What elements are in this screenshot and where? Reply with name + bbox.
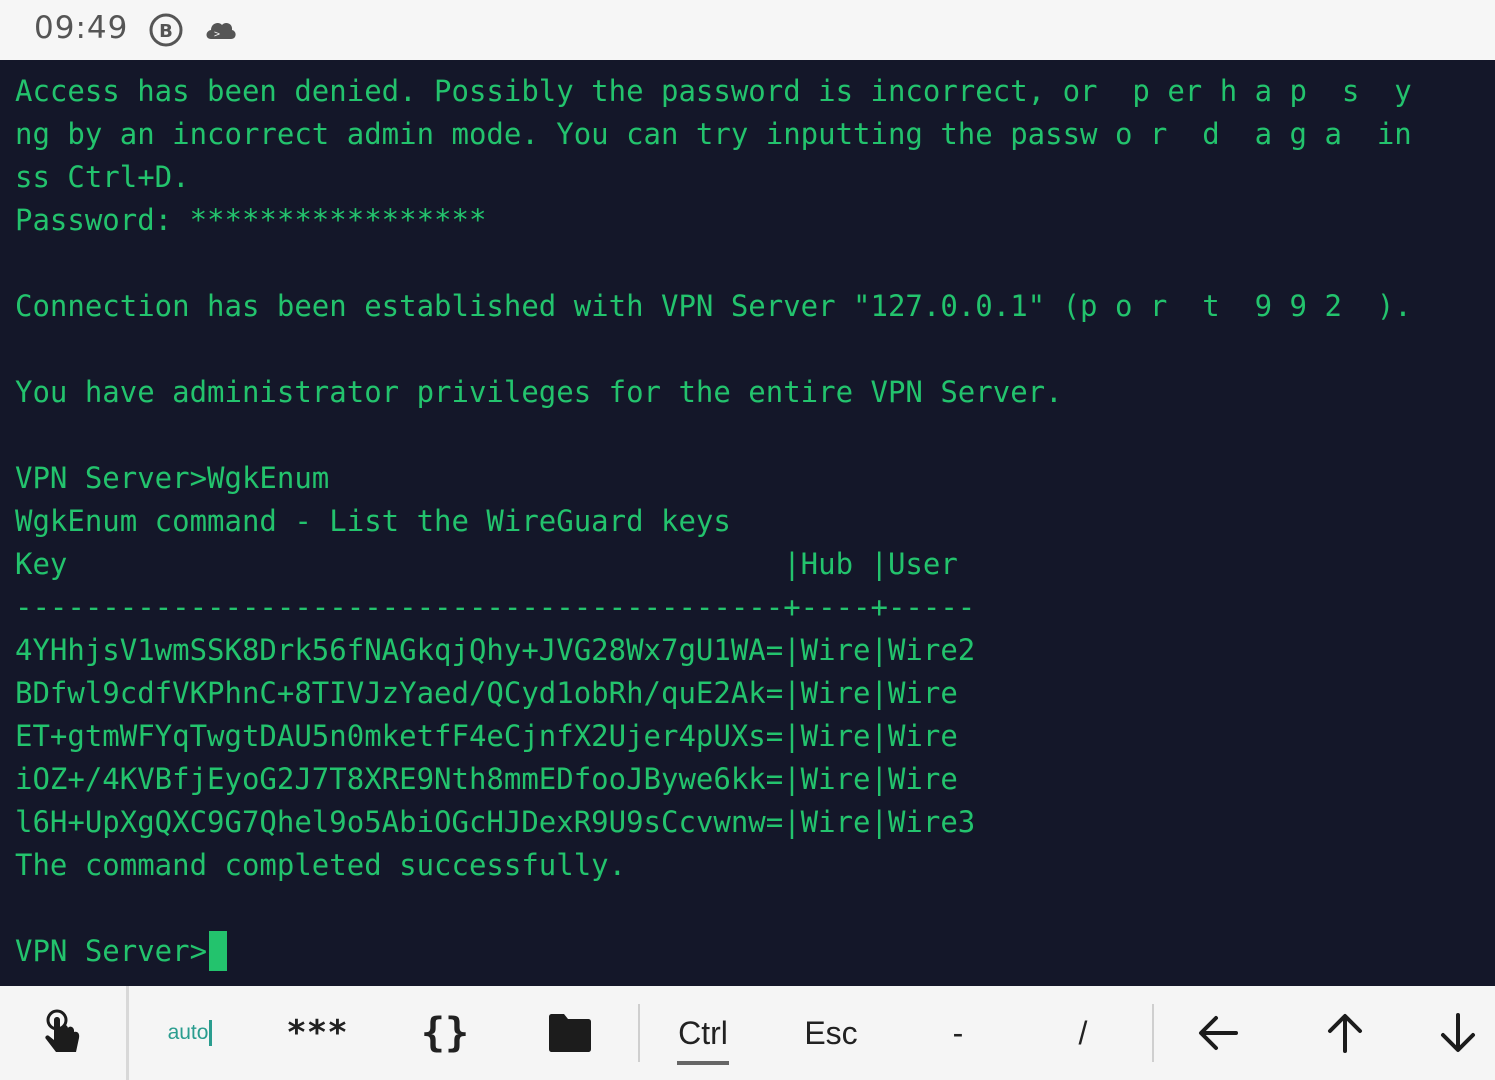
terminal-prompt: VPN Server>: [15, 934, 208, 968]
terminal-line: 4YHhjsV1wmSSK8Drk56fNAGkqjQhy+JVG28Wx7gU…: [15, 633, 976, 667]
touch-mode-button[interactable]: [0, 986, 126, 1080]
arrow-down-icon: [1440, 1013, 1475, 1052]
terminal-line: ng by an incorrect admin mode. You can t…: [15, 117, 1412, 151]
terminal-line: The command completed successfully.: [15, 848, 627, 882]
esc-key-button[interactable]: Esc: [778, 986, 884, 1080]
password-key-label: ***: [286, 1013, 348, 1053]
ctrl-active-indicator: [677, 1061, 729, 1065]
slash-key-button[interactable]: /: [1030, 986, 1136, 1080]
terminal-line: iOZ+/4KVBfjEyoG2J7T8XRE9Nth8mmEDfooJBywe…: [15, 762, 958, 796]
folder-button[interactable]: [515, 986, 625, 1080]
terminal-line: You have administrator privileges for th…: [15, 375, 1063, 409]
terminal-line: ET+gtmWFYqTwgtDAU5n0mketfF4eCjnfX2Ujer4p…: [15, 719, 958, 753]
auto-mode-label: auto: [167, 1021, 209, 1044]
extra-keys-toolbar: auto *** {} Ctrl Esc - /: [0, 986, 1495, 1080]
hand-pointer-icon: [45, 1009, 80, 1052]
dash-key-label: -: [952, 1014, 964, 1051]
terminal-output[interactable]: Access has been denied. Possibly the pas…: [0, 60, 1495, 986]
terminal-prompt-line: VPN Server>: [15, 931, 228, 971]
terminal-line: ----------------------------------------…: [15, 590, 976, 624]
auto-mode-button[interactable]: auto: [140, 986, 240, 1080]
toolbar-divider: [638, 1004, 640, 1062]
arrow-left-icon: [1199, 1016, 1238, 1050]
terminal-line: Connection has been established with VPN…: [15, 289, 1412, 323]
toolbar-divider: [1152, 1004, 1154, 1062]
esc-key-label: Esc: [804, 1014, 858, 1051]
slash-key-label: /: [1078, 1014, 1088, 1051]
ctrl-key-label: Ctrl: [678, 1014, 728, 1051]
terminal-line: l6H+UpXgQXC9G7Qhel9o5AbiOGcHJDexR9U9sCcv…: [15, 805, 976, 839]
b-circle-icon: B: [149, 13, 183, 47]
terminal-line: WgkEnum command - List the WireGuard key…: [15, 504, 731, 538]
arrow-up-key-button[interactable]: [1292, 986, 1398, 1080]
braces-key-button[interactable]: {}: [390, 986, 500, 1080]
terminal-line: VPN Server>WgkEnum: [15, 461, 330, 495]
svg-text:B: B: [159, 21, 173, 42]
auto-caret: [209, 1020, 213, 1046]
braces-key-label: {}: [420, 1010, 470, 1056]
folder-icon: [549, 1014, 591, 1052]
ctrl-key-button[interactable]: Ctrl: [650, 986, 756, 1080]
toolbar-panel-edge: [126, 986, 129, 1080]
terminal-cursor: [209, 931, 228, 971]
dash-key-button[interactable]: -: [905, 986, 1011, 1080]
status-bar: 09:49 B >_: [0, 0, 1495, 60]
cloud-terminal-icon: >_: [206, 22, 236, 40]
arrow-up-icon: [1328, 1014, 1362, 1053]
svg-text:>_: >_: [214, 29, 227, 40]
terminal-line: Key |Hub |User: [15, 547, 958, 581]
password-key-button[interactable]: ***: [262, 986, 372, 1080]
terminal-line: Password: *****************: [15, 203, 487, 237]
terminal-line: ss Ctrl+D.: [15, 160, 190, 194]
terminal-line: BDfwl9cdfVKPhnC+8TIVJzYaed/QCyd1obRh/quE…: [15, 676, 958, 710]
arrow-left-key-button[interactable]: [1165, 986, 1271, 1080]
status-time: 09:49: [34, 10, 129, 46]
terminal-line: Access has been denied. Possibly the pas…: [15, 74, 1412, 108]
arrow-down-key-button[interactable]: [1420, 986, 1495, 1080]
